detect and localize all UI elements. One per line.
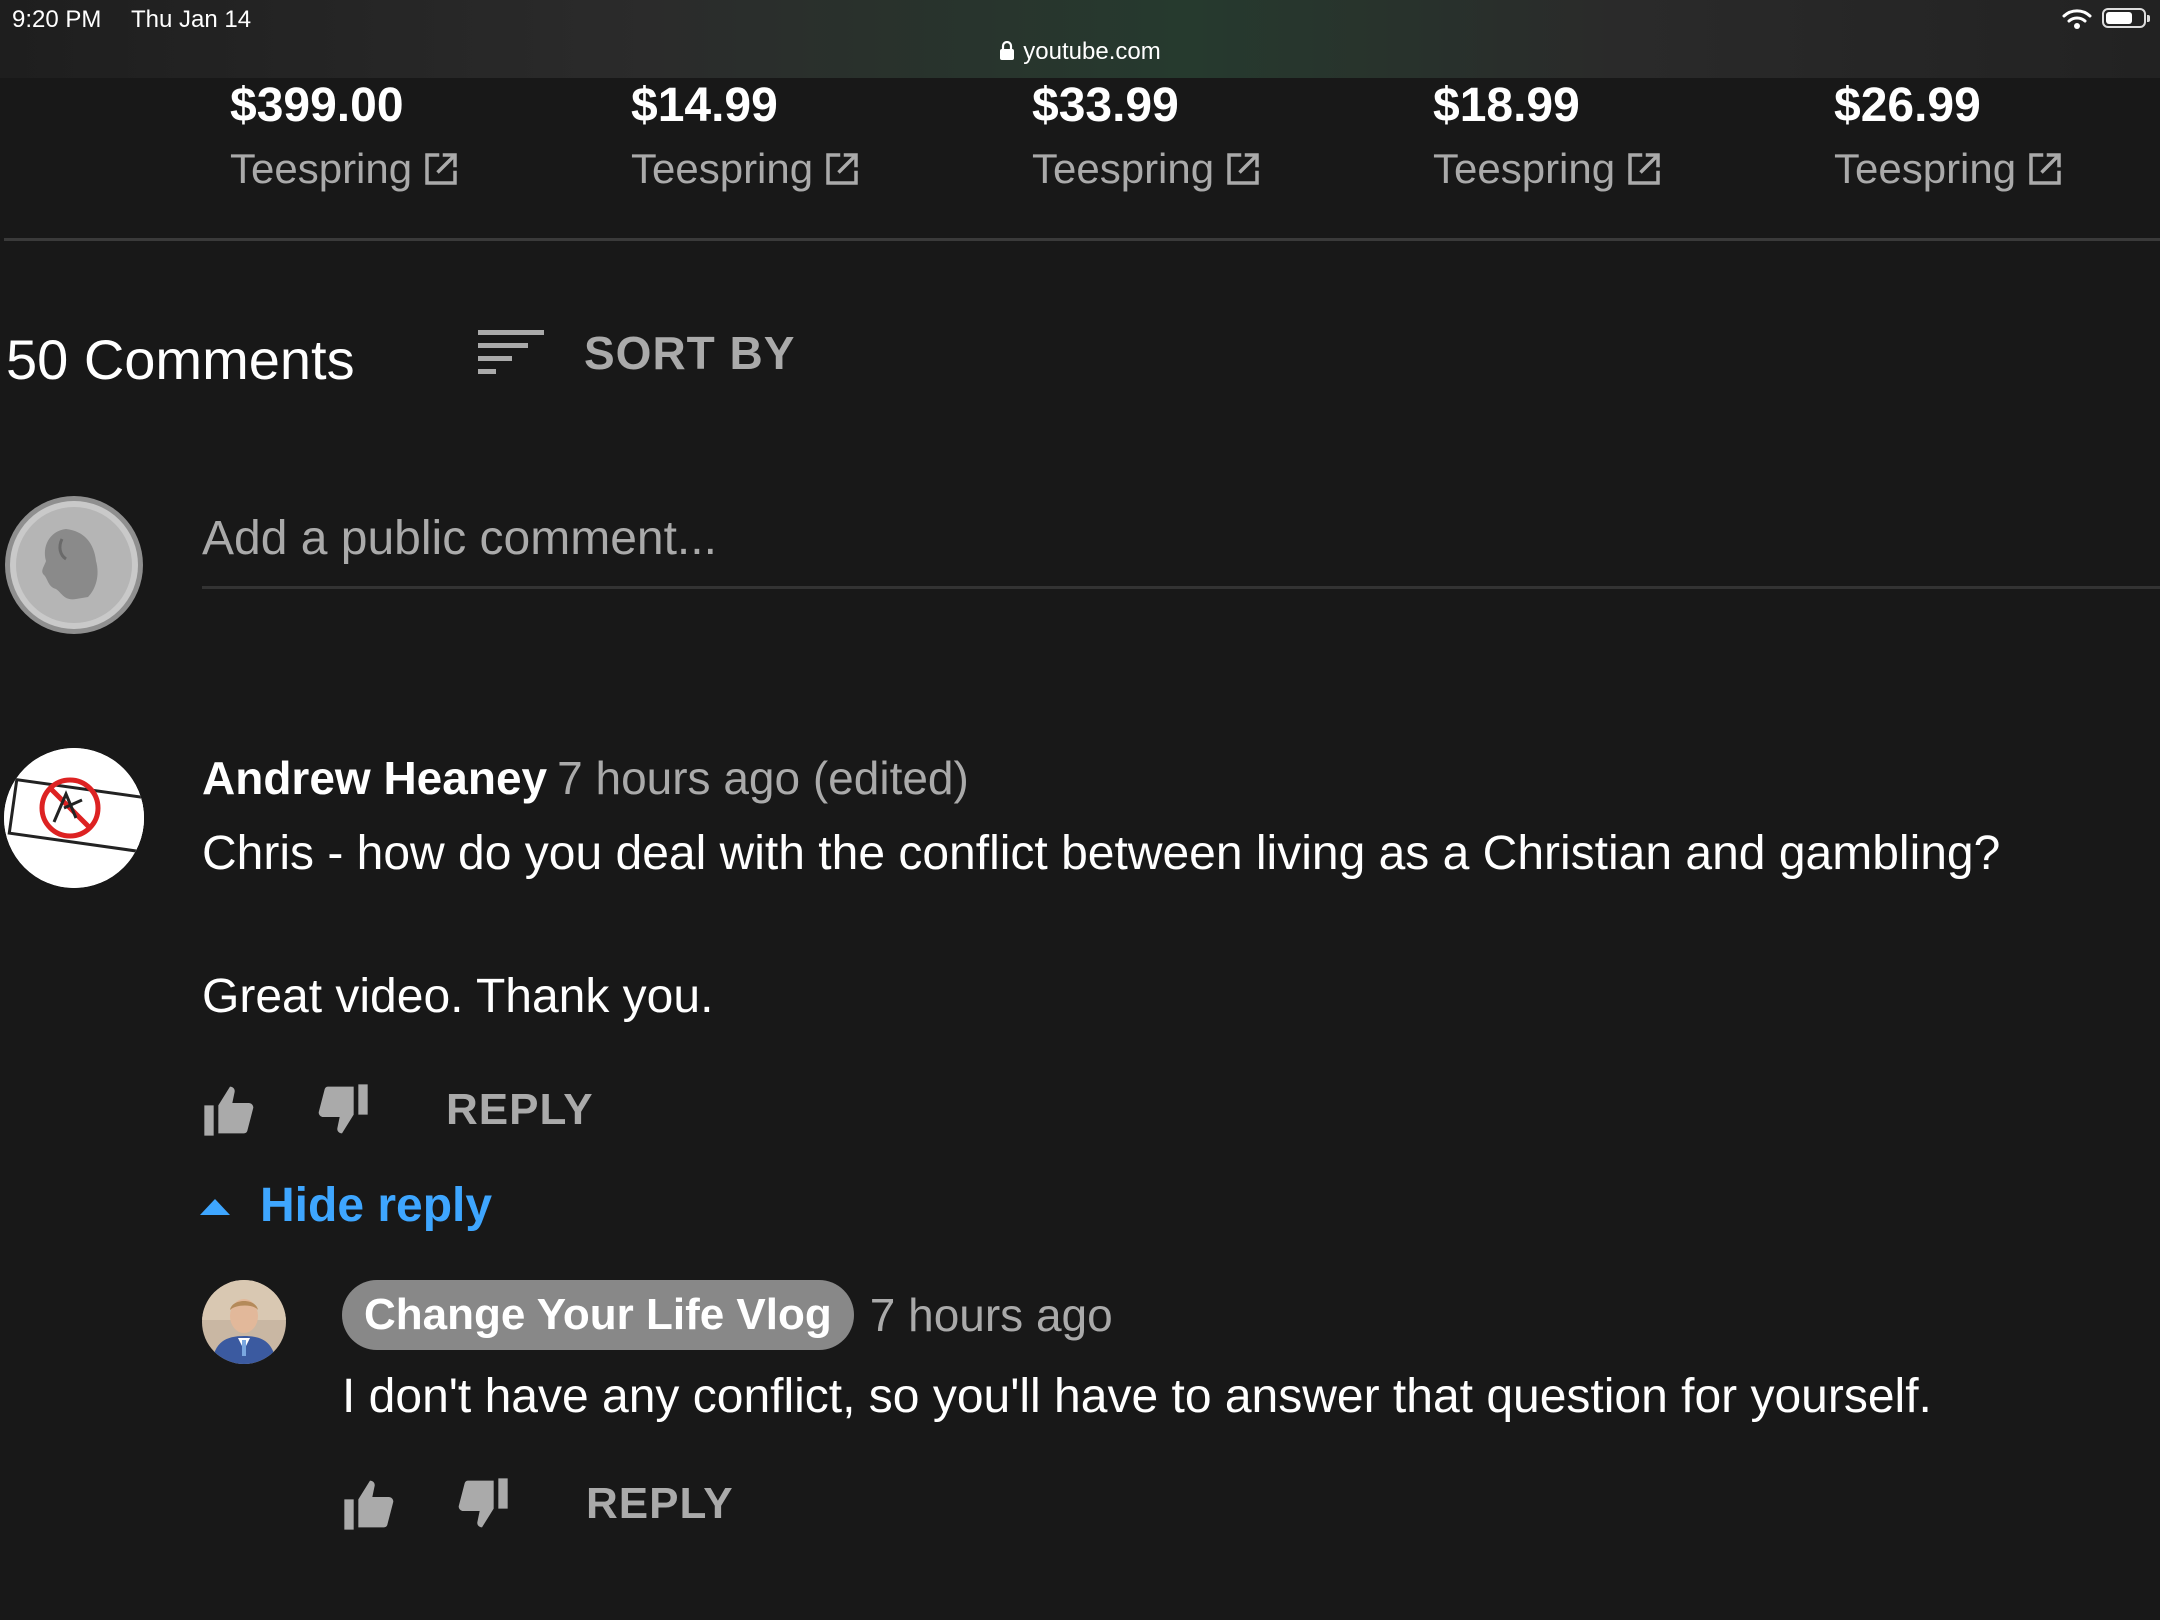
merch-vendor: Teespring xyxy=(1834,145,2017,192)
merch-vendor-link[interactable]: Teespring xyxy=(1433,144,1665,194)
no-gambling-logo-icon xyxy=(4,748,144,888)
merch-item[interactable]: $26.99 Teespring xyxy=(1834,78,2066,194)
merch-price: $26.99 xyxy=(1834,79,1981,132)
comment-actions: REPLY xyxy=(200,1080,594,1140)
comment-text-line: Chris - how do you deal with the conflic… xyxy=(202,827,2001,880)
lock-icon xyxy=(1000,41,1015,60)
sort-by-button[interactable]: SORT BY xyxy=(478,326,795,380)
merch-vendor: Teespring xyxy=(631,145,814,192)
merch-item[interactable]: $18.99 Teespring xyxy=(1433,78,1665,194)
thumbs-down-icon xyxy=(318,1084,368,1134)
comment-author[interactable]: Andrew Heaney xyxy=(202,752,547,804)
merch-item[interactable]: $14.99 Teespring xyxy=(631,78,863,194)
sort-by-label: SORT BY xyxy=(584,327,796,379)
merch-item[interactable]: $399.00 Teespring xyxy=(230,78,462,194)
add-comment-input[interactable] xyxy=(202,490,2160,589)
user-avatar[interactable] xyxy=(4,495,144,635)
merch-price: $18.99 xyxy=(1433,79,1580,132)
reply-header: Change Your Life Vlog 7 hours ago xyxy=(342,1280,1113,1350)
merch-item[interactable]: $33.99 Teespring xyxy=(1032,78,1264,194)
reply-dislike-button[interactable] xyxy=(452,1474,512,1534)
merch-vendor: Teespring xyxy=(1433,145,1616,192)
merch-shelf: $399.00 Teespring $14.99 Teespring $33.9… xyxy=(0,78,2160,240)
status-bar: 9:20 PM Thu Jan 14 youtube.com xyxy=(0,0,2160,78)
merch-vendor-link[interactable]: Teespring xyxy=(1032,144,1264,194)
thumbs-up-icon xyxy=(344,1480,394,1530)
comment-timestamp[interactable]: 7 hours ago (edited) xyxy=(557,752,969,804)
external-link-icon xyxy=(826,153,858,185)
sort-icon xyxy=(478,330,544,374)
merch-vendor: Teespring xyxy=(230,145,413,192)
comments-count: 50 Comments xyxy=(6,328,355,391)
hide-reply-label: Hide reply xyxy=(260,1179,493,1232)
external-link-icon xyxy=(425,153,457,185)
status-time: 9:20 PM xyxy=(12,6,102,33)
merch-vendor-link[interactable]: Teespring xyxy=(230,144,462,194)
reply-actions: REPLY xyxy=(340,1474,734,1534)
status-date: Thu Jan 14 xyxy=(131,6,252,33)
comment-header: Andrew Heaney 7 hours ago (edited) xyxy=(202,750,969,806)
comment-author-avatar[interactable] xyxy=(4,748,144,888)
reply-like-button[interactable] xyxy=(340,1474,400,1534)
like-button[interactable] xyxy=(200,1080,260,1140)
merch-price: $14.99 xyxy=(631,79,778,132)
external-link-icon xyxy=(2029,153,2061,185)
section-divider xyxy=(4,238,2160,241)
reply-author-avatar[interactable] xyxy=(202,1280,286,1364)
reply-text: I don't have any conflict, so you'll hav… xyxy=(342,1370,1932,1423)
thumbs-down-icon xyxy=(458,1478,508,1528)
reply-reply-button[interactable]: REPLY xyxy=(586,1479,734,1529)
merch-vendor: Teespring xyxy=(1032,145,1215,192)
merch-vendor-link[interactable]: Teespring xyxy=(1834,144,2066,194)
merch-price: $33.99 xyxy=(1032,79,1179,132)
reply-author-chip[interactable]: Change Your Life Vlog xyxy=(342,1280,854,1350)
caret-up-icon xyxy=(200,1198,230,1215)
external-link-icon xyxy=(1628,153,1660,185)
dislike-button[interactable] xyxy=(312,1080,372,1140)
battery-icon xyxy=(2102,8,2150,28)
thumbs-up-icon xyxy=(204,1086,254,1136)
reply-button[interactable]: REPLY xyxy=(446,1085,594,1135)
reply-timestamp[interactable]: 7 hours ago xyxy=(870,1288,1113,1342)
address-bar[interactable]: youtube.com xyxy=(0,38,2160,66)
merch-price: $399.00 xyxy=(230,79,404,132)
url-text: youtube.com xyxy=(1023,38,1161,65)
external-link-icon xyxy=(1227,153,1259,185)
comment-text-line: Great video. Thank you. xyxy=(202,970,714,1023)
merch-vendor-link[interactable]: Teespring xyxy=(631,144,863,194)
wifi-icon xyxy=(2062,9,2092,29)
hide-reply-button[interactable]: Hide reply xyxy=(200,1178,492,1233)
